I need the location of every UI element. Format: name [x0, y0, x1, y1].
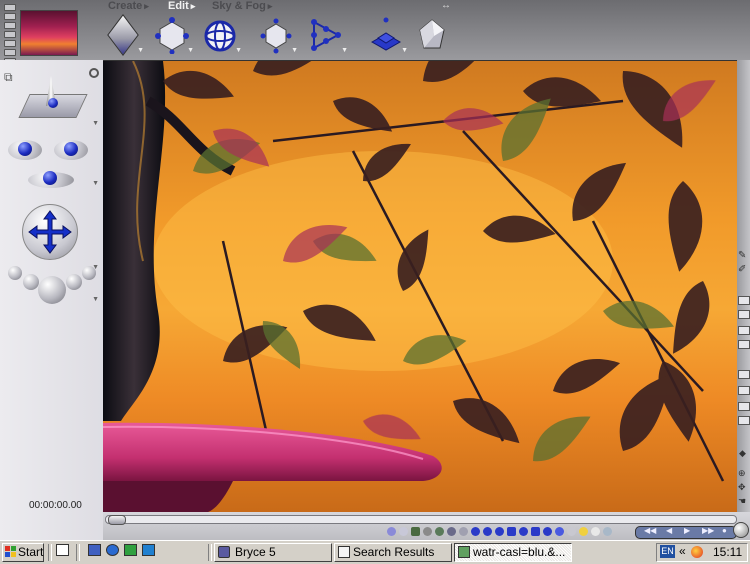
- rock-editor-icon[interactable]: [414, 16, 450, 54]
- hand-icon[interactable]: ☚: [738, 496, 746, 507]
- taskbar-clock[interactable]: 15:11: [713, 545, 742, 559]
- xy-trackball-control[interactable]: [54, 134, 88, 164]
- view-front-button[interactable]: [738, 370, 750, 379]
- system-tray: EN « 15:11: [656, 543, 748, 562]
- animation-controls: ◀◀ ◀ ▶ ▶▶ ●: [103, 512, 750, 540]
- zoom-menu-chevron-icon[interactable]: ▼: [92, 296, 99, 303]
- task-bryce[interactable]: Bryce 5: [214, 543, 332, 562]
- tray-expand-chevron-icon[interactable]: «: [679, 544, 686, 558]
- view-camera-control[interactable]: [18, 72, 88, 122]
- timeline-scrubber[interactable]: [105, 515, 737, 525]
- object-attributes-cube-icon[interactable]: ▼: [104, 14, 144, 56]
- explorer-icon[interactable]: [88, 544, 101, 556]
- taskbar-separator: [48, 544, 52, 561]
- resize-arrows-icon[interactable]: ↔: [441, 0, 451, 11]
- view-top-button[interactable]: [738, 386, 750, 395]
- right-display-palette: ✎ ✐ ◆ ⊕ ✥ ☚: [737, 60, 750, 512]
- task-image-viewer[interactable]: watr-casl=blu.&...: [454, 543, 572, 562]
- taskbar-separator: [76, 544, 80, 561]
- control-palette: ⧉ ▼ ▼ ▼ ▼ 00:00:00.00: [0, 60, 104, 540]
- globe-icon[interactable]: [733, 522, 749, 538]
- plop-render-button[interactable]: [738, 340, 750, 349]
- tab-sky-fog[interactable]: Sky & Fog ▸: [212, 0, 272, 12]
- taskbar-separator: [208, 544, 212, 561]
- zoom-icon[interactable]: ⊕: [738, 468, 746, 479]
- camera-link-icon[interactable]: ⧉: [4, 70, 13, 85]
- image-file-icon: [458, 546, 470, 558]
- zoom-out-ball[interactable]: [8, 266, 22, 280]
- pan-ball[interactable]: [66, 274, 82, 290]
- windows-logo-icon: [5, 546, 16, 557]
- rendered-scene-image: [103, 61, 725, 513]
- rotate-sphere-icon[interactable]: ▼: [202, 16, 242, 54]
- zoom-ball[interactable]: [38, 276, 66, 304]
- bryce-app-icon: [218, 546, 230, 558]
- top-palette-bar: Create ▸ Edit ▸ Sky & Fog ▸ ↔ ▼ ▼ ▼ ▼ ▼ …: [0, 0, 750, 65]
- brush-icon[interactable]: ✎: [738, 250, 746, 261]
- view-camera-button[interactable]: [738, 416, 750, 425]
- window-control-buttons[interactable]: [4, 4, 16, 65]
- bounding-box-button[interactable]: [738, 326, 750, 335]
- nano-preview-thumbnail[interactable]: [20, 10, 78, 56]
- scale-move-icon[interactable]: ▼: [154, 16, 194, 55]
- display-mode-button[interactable]: [738, 296, 750, 305]
- camera-menu-chevron-icon[interactable]: ▼: [92, 120, 99, 127]
- tab-create[interactable]: Create ▸: [108, 0, 149, 12]
- wireframe-button[interactable]: [738, 310, 750, 319]
- outlook-icon[interactable]: [142, 544, 155, 556]
- xz-trackball-control[interactable]: [8, 134, 42, 164]
- search-window-icon: [338, 546, 350, 558]
- path-align-icon[interactable]: ▼: [308, 16, 348, 54]
- media-player-icon[interactable]: [124, 544, 137, 556]
- antivirus-tray-icon[interactable]: [691, 546, 703, 558]
- start-button[interactable]: Start: [2, 543, 44, 562]
- cross-controls-move-icon[interactable]: [22, 204, 78, 260]
- task-search-results[interactable]: Search Results: [334, 543, 452, 562]
- render-viewport[interactable]: [103, 60, 737, 513]
- windows-taskbar: Start Bryce 5 Search Results watr-casl=b…: [0, 540, 750, 564]
- terrain-blocks-icon[interactable]: ▼: [368, 16, 408, 54]
- vcr-playback-controls[interactable]: ◀◀ ◀ ▶ ▶▶ ●: [635, 526, 737, 539]
- view-side-button[interactable]: [738, 402, 750, 411]
- time-display: 00:00:00.00: [29, 500, 82, 511]
- tab-edit[interactable]: Edit ▸: [168, 0, 195, 12]
- internet-explorer-icon[interactable]: [106, 544, 119, 556]
- yz-trackball-control[interactable]: [26, 164, 76, 190]
- pan-icon[interactable]: ✥: [738, 482, 746, 493]
- cube-view-icon[interactable]: ◆: [739, 448, 746, 459]
- field-of-view-ball[interactable]: [23, 274, 39, 290]
- show-desktop-icon[interactable]: [56, 544, 69, 556]
- language-indicator[interactable]: EN: [660, 545, 675, 558]
- paintbrush-icon[interactable]: ✐: [738, 264, 746, 275]
- trackball-menu-chevron-icon[interactable]: ▼: [92, 180, 99, 187]
- view-dot-icon[interactable]: [89, 68, 99, 78]
- repeat-transform-icon[interactable]: ▼: [258, 16, 298, 54]
- zoom-in-ball[interactable]: [82, 266, 96, 280]
